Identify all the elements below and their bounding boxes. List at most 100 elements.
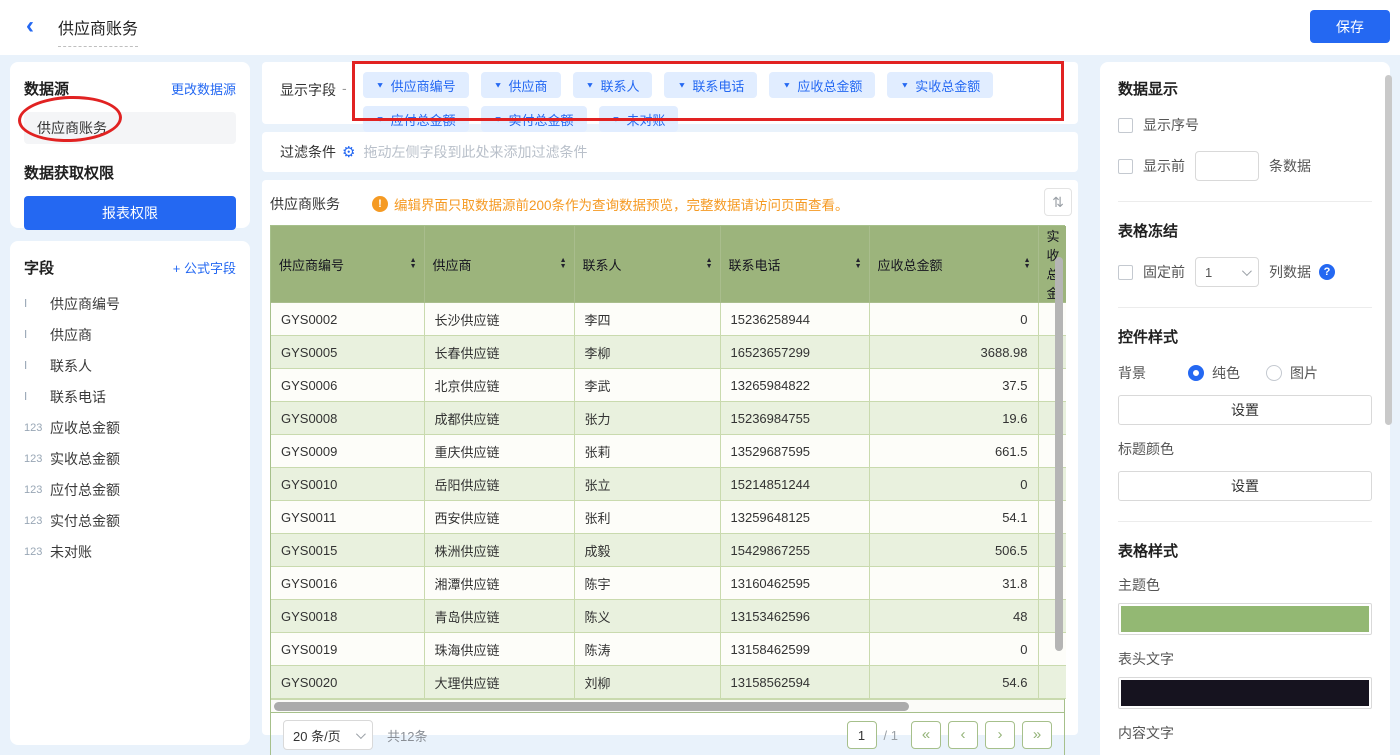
field-label: 实收总金额	[50, 450, 120, 467]
cell-receivable-total: 48	[868, 599, 1039, 633]
table-row: GYS0016 湘潭供应链 陈宇 13160462595 31.8	[271, 566, 1066, 600]
show-first-count-input[interactable]	[1195, 151, 1259, 181]
freeze-prefix: 固定前	[1143, 264, 1185, 280]
theme-color-swatch[interactable]	[1118, 603, 1372, 635]
cell-receivable-total: 54.1	[868, 500, 1039, 534]
chevron-down-icon	[1241, 265, 1252, 276]
freeze-count-select[interactable]: 1	[1195, 257, 1259, 287]
column-header[interactable]: 应收总金额 ▲ ▼	[868, 226, 1039, 303]
help-icon[interactable]: ?	[1319, 264, 1335, 280]
cell-contact: 张力	[573, 401, 721, 435]
field-list-item[interactable]: 123 实付总金额	[24, 505, 236, 536]
field-list-item[interactable]: 123 实收总金额	[24, 443, 236, 474]
settings-panel: 数据显示 显示序号 显示前 条数据 表格冻结 固定前 1 列数据 ? 控件样式 …	[1100, 62, 1390, 755]
field-list-item[interactable]: 123 未对账	[24, 536, 236, 567]
display-field-chip[interactable]: ▼ 供应商	[480, 72, 561, 98]
table-preview-card: 供应商账务 ! 编辑界面只取数据源前200条作为查询数据预览，完整数据请访问页面…	[262, 180, 1078, 755]
cell-supplier-code: GYS0015	[271, 533, 425, 567]
show-first-checkbox[interactable]	[1118, 158, 1133, 174]
column-header-label: 供应商编号	[279, 257, 345, 273]
field-list-item[interactable]: 123 应收总金额	[24, 412, 236, 443]
display-field-chip[interactable]: ▼ 联系电话	[664, 72, 758, 98]
table-row: GYS0009 重庆供应链 张莉 13529687595 661.5	[271, 434, 1066, 468]
cell-contact: 李四	[573, 302, 721, 336]
table-row: GYS0006 北京供应链 李武 13265984822 37.5	[271, 368, 1066, 402]
cell-supplier-code: GYS0016	[271, 566, 425, 600]
chip-label: 未对账	[626, 112, 666, 128]
display-field-chip[interactable]: ▼ 应付总金额	[362, 106, 469, 132]
next-page-button[interactable]: ›	[985, 721, 1015, 749]
chip-label: 实收总金额	[915, 78, 981, 94]
column-header[interactable]: 供应商 ▲ ▼	[423, 226, 575, 303]
column-sort-icon[interactable]: ▲ ▼	[1024, 257, 1031, 270]
column-sort-icon[interactable]: ▲ ▼	[706, 257, 713, 270]
add-formula-field-link[interactable]: + 公式字段	[173, 258, 236, 277]
column-sort-icon[interactable]: ▲ ▼	[560, 257, 567, 270]
title-color-label: 标题颜色	[1118, 441, 1174, 457]
horizontal-scrollbar[interactable]	[274, 702, 909, 711]
field-list-item[interactable]: Ⅰ 联系电话	[24, 381, 236, 412]
sort-order-button[interactable]: ⇅	[1044, 188, 1072, 216]
gear-icon[interactable]: ⚙	[342, 143, 355, 161]
field-type-icon: Ⅰ	[24, 298, 28, 310]
display-field-chip[interactable]: ▼ 供应商编号	[362, 72, 469, 98]
show-first-prefix: 显示前	[1143, 158, 1185, 174]
show-index-checkbox[interactable]	[1118, 117, 1133, 133]
page-number-input[interactable]: 1	[846, 721, 877, 749]
panel-scrollbar[interactable]	[1385, 75, 1392, 425]
prev-page-button[interactable]: ‹	[948, 721, 978, 749]
page-size-select[interactable]: 20 条/页	[283, 720, 373, 750]
back-icon[interactable]: ‹	[26, 12, 34, 40]
table-row: GYS0018 青岛供应链 陈义 13153462596 48	[271, 599, 1066, 633]
table-row: GYS0011 西安供应链 张利 13259648125 54.1	[271, 500, 1066, 534]
datasource-value-field[interactable]: 供应商账务	[24, 112, 236, 144]
cell-supplier: 重庆供应链	[423, 434, 575, 468]
field-list-item[interactable]: 123 应付总金额	[24, 474, 236, 505]
display-field-chip[interactable]: ▼ 应收总金额	[769, 72, 876, 98]
cell-receivable-total: 54.6	[868, 665, 1039, 699]
field-list-item[interactable]: Ⅰ 供应商	[24, 319, 236, 350]
display-field-chip[interactable]: ▼ 联系人	[572, 72, 653, 98]
save-button[interactable]: 保存	[1310, 10, 1390, 43]
report-designer-page: ‹ 供应商账务 保存 数据源 更改数据源 供应商账务 数据获取权限 报表权限 字…	[0, 0, 1400, 755]
datasource-panel: 数据源 更改数据源 供应商账务 数据获取权限 报表权限	[10, 62, 250, 230]
report-permission-button[interactable]: 报表权限	[24, 196, 236, 230]
background-set-button[interactable]: 设置	[1118, 395, 1372, 425]
bg-solid-radio[interactable]: 纯色	[1188, 363, 1240, 383]
display-field-chip[interactable]: ▼ 实收总金额	[887, 72, 994, 98]
filter-section[interactable]: 过滤条件 ⚙ 拖动左侧字段到此处来添加过滤条件	[262, 132, 1078, 172]
table-row: GYS0015 株洲供应链 成毅 15429867255 506.5	[271, 533, 1066, 567]
column-header[interactable]: 供应商编号 ▲ ▼	[271, 226, 425, 303]
table-style-title: 表格样式	[1118, 543, 1179, 560]
datasource-title: 数据源	[24, 81, 70, 98]
cell-supplier-code: GYS0020	[271, 665, 425, 699]
column-header-label: 联系电话	[728, 257, 781, 273]
table-row: GYS0005 长春供应链 李柳 16523657299 3688.98	[271, 335, 1066, 369]
column-sort-icon[interactable]: ▲ ▼	[855, 257, 862, 270]
column-sort-icon[interactable]: ▲ ▼	[410, 257, 417, 270]
cell-phone: 13158462599	[719, 632, 870, 666]
chevron-down-icon: ▼	[611, 114, 621, 124]
cell-phone: 13265984822	[719, 368, 870, 402]
first-page-button[interactable]: «	[911, 721, 941, 749]
column-header[interactable]: 联系电话 ▲ ▼	[719, 226, 870, 303]
cell-supplier: 西安供应链	[423, 500, 575, 534]
display-field-chip[interactable]: ▼ 实付总金额	[480, 106, 587, 132]
header-text-color-swatch[interactable]	[1118, 677, 1372, 709]
cell-phone: 13529687595	[719, 434, 870, 468]
field-type-icon: Ⅰ	[24, 391, 28, 403]
column-header[interactable]: 联系人 ▲ ▼	[573, 226, 721, 303]
data-display-title: 数据显示	[1118, 81, 1179, 98]
title-color-set-button[interactable]: 设置	[1118, 471, 1372, 501]
freeze-columns-checkbox[interactable]	[1118, 264, 1133, 280]
field-list-item[interactable]: Ⅰ 联系人	[24, 350, 236, 381]
bg-image-radio[interactable]: 图片	[1266, 363, 1318, 383]
last-page-button[interactable]: »	[1022, 721, 1052, 749]
display-field-chip[interactable]: ▼ 未对账	[598, 106, 679, 132]
vertical-scrollbar[interactable]	[1055, 257, 1063, 651]
field-label: 供应商	[50, 326, 92, 343]
change-datasource-link[interactable]: 更改数据源	[171, 79, 236, 98]
bg-image-label: 图片	[1290, 365, 1318, 381]
field-list-item[interactable]: Ⅰ 供应商编号	[24, 288, 236, 319]
chevron-down-icon: ▼	[677, 80, 687, 90]
